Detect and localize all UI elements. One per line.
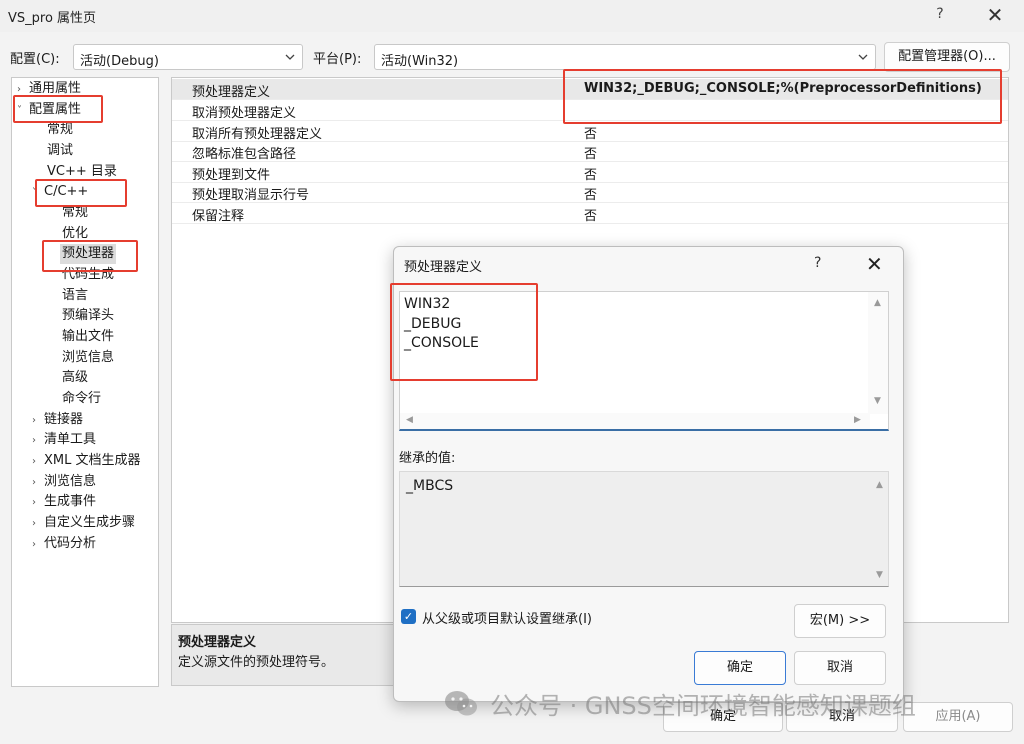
platform-value: 活动(Win32) [381, 54, 459, 69]
description-text: 定义源文件的预处理符号。 [178, 655, 335, 670]
watermark: 公众号 · GNSS空间环境智能感知课题组 [444, 686, 1004, 724]
grid-row-key: 取消预处理器定义 [192, 106, 297, 121]
grid-row-key: 取消所有预处理器定义 [192, 127, 323, 142]
tree-item-custom-build[interactable]: › 自定义生成步骤 [32, 513, 135, 533]
description-title: 预处理器定义 [178, 635, 257, 650]
grid-row-preprocess-to-file[interactable]: 预处理到文件 否 [172, 162, 1008, 183]
dialog-ok-button[interactable]: 确定 [694, 651, 786, 685]
grid-row-key: 预处理器定义 [192, 85, 271, 100]
watermark-text: 公众号 · GNSS空间环境智能感知课题组 [490, 692, 916, 720]
vertical-scrollbar[interactable]: ▲ ▼ [868, 292, 888, 414]
highlight-box [13, 95, 103, 123]
tree-item-label: 清单工具 [44, 432, 97, 447]
expand-icon[interactable]: › [32, 493, 44, 513]
inherit-checkbox[interactable]: ✓ [401, 609, 416, 624]
tree-item-label: 生成事件 [44, 494, 97, 509]
grid-row-value[interactable]: 否 [584, 164, 597, 183]
tree-item-label: 链接器 [44, 412, 84, 427]
platform-combo[interactable]: 活动(Win32) [374, 44, 876, 70]
tree-item-label: 代码分析 [44, 536, 97, 551]
inherited-values-label: 继承的值: [399, 451, 456, 466]
highlight-box [563, 69, 1002, 124]
help-icon[interactable]: ? [814, 255, 821, 271]
horizontal-scrollbar[interactable]: ◀ ▶ [400, 413, 870, 429]
config-label: 配置(C): [10, 52, 60, 67]
tree-item-language[interactable]: 语言 [62, 286, 88, 306]
tree-item-label: 浏览信息 [44, 474, 97, 489]
inherited-values-box: _MBCS ▲ ▼ [399, 471, 889, 587]
scroll-down-icon[interactable]: ▼ [876, 570, 883, 580]
property-tree: › 通用属性 ˅ 配置属性 常规 调试 VC++ 目录 ˅ C/C++ 常规 优化 预… [11, 77, 159, 687]
tree-item-command-line[interactable]: 命令行 [62, 389, 101, 409]
chevron-down-icon [285, 54, 295, 60]
tree-item-output-files[interactable]: 输出文件 [62, 327, 114, 347]
tree-item-advanced[interactable]: 高级 [62, 368, 88, 388]
close-icon[interactable]: ✕ [866, 252, 883, 276]
tree-item-label: 自定义生成步骤 [44, 515, 136, 530]
title-bar: VS_pro 属性页 ? ✕ [0, 0, 1024, 32]
tree-item-manifest-tool[interactable]: › 清单工具 [32, 430, 96, 450]
tree-item-linker[interactable]: › 链接器 [32, 410, 83, 430]
grid-row-key: 忽略标准包含路径 [192, 147, 297, 162]
grid-row-key: 保留注释 [192, 209, 245, 224]
highlight-box [390, 283, 538, 381]
tree-item-browse-info[interactable]: 浏览信息 [62, 348, 114, 368]
tree-item-label: 通用属性 [29, 81, 82, 96]
grid-row-value[interactable]: 否 [584, 184, 597, 203]
window-title: VS_pro 属性页 [8, 11, 97, 26]
expand-icon[interactable]: › [32, 431, 44, 451]
tree-item-browse-info-2[interactable]: › 浏览信息 [32, 472, 96, 492]
expand-icon[interactable]: › [32, 514, 44, 534]
tree-item-precompiled-headers[interactable]: 预编译头 [62, 306, 114, 326]
expand-icon[interactable]: › [32, 473, 44, 493]
tree-item-label: XML 文档生成器 [44, 453, 141, 468]
tree-item-debugging[interactable]: 调试 [47, 141, 73, 161]
grid-row-key: 预处理到文件 [192, 168, 271, 183]
config-manager-button[interactable]: 配置管理器(O)... [884, 42, 1010, 72]
description-panel: 预处理器定义 定义源文件的预处理符号。 [171, 624, 401, 686]
grid-row-value[interactable]: 否 [584, 123, 597, 142]
grid-row-undef-all[interactable]: 取消所有预处理器定义 否 [172, 121, 1008, 142]
inherited-line: _MBCS [406, 478, 454, 494]
tree-item-general[interactable]: 常规 [47, 120, 73, 140]
grid-row-keep-comments[interactable]: 保留注释 否 [172, 203, 1008, 224]
scroll-left-icon[interactable]: ◀ [406, 415, 413, 425]
config-value: 活动(Debug) [80, 54, 159, 69]
help-icon[interactable]: ? [932, 6, 948, 24]
tree-item-xml-doc[interactable]: › XML 文档生成器 [32, 451, 141, 471]
expand-icon[interactable]: › [32, 452, 44, 472]
scroll-up-icon[interactable]: ▲ [876, 480, 883, 490]
expand-icon[interactable]: › [32, 535, 44, 555]
close-icon[interactable]: ✕ [984, 4, 1006, 26]
expand-icon[interactable]: › [32, 411, 44, 431]
scroll-right-icon[interactable]: ▶ [854, 415, 861, 425]
highlight-box [42, 240, 138, 272]
grid-row-suppress-line-numbers[interactable]: 预处理取消显示行号 否 [172, 182, 1008, 203]
grid-row-value[interactable]: 否 [584, 143, 597, 162]
highlight-box [35, 179, 127, 207]
dialog-cancel-button[interactable]: 取消 [794, 651, 886, 685]
wechat-icon [445, 691, 477, 716]
tree-item-code-analysis[interactable]: › 代码分析 [32, 534, 96, 554]
tree-item-build-events[interactable]: › 生成事件 [32, 492, 96, 512]
grid-row-value[interactable]: 否 [584, 205, 597, 224]
inherit-checkbox-label: 从父级或项目默认设置继承(I) [422, 612, 592, 627]
scroll-up-icon[interactable]: ▲ [874, 298, 881, 308]
grid-row-key: 预处理取消显示行号 [192, 188, 310, 203]
platform-label: 平台(P): [313, 52, 362, 67]
config-combo[interactable]: 活动(Debug) [73, 44, 303, 70]
dialog-title: 预处理器定义 [404, 260, 483, 275]
grid-row-ignore-std-include[interactable]: 忽略标准包含路径 否 [172, 141, 1008, 162]
scroll-down-icon[interactable]: ▼ [874, 396, 881, 406]
chevron-down-icon [858, 54, 868, 60]
macros-button[interactable]: 宏(M) >> [794, 604, 886, 638]
